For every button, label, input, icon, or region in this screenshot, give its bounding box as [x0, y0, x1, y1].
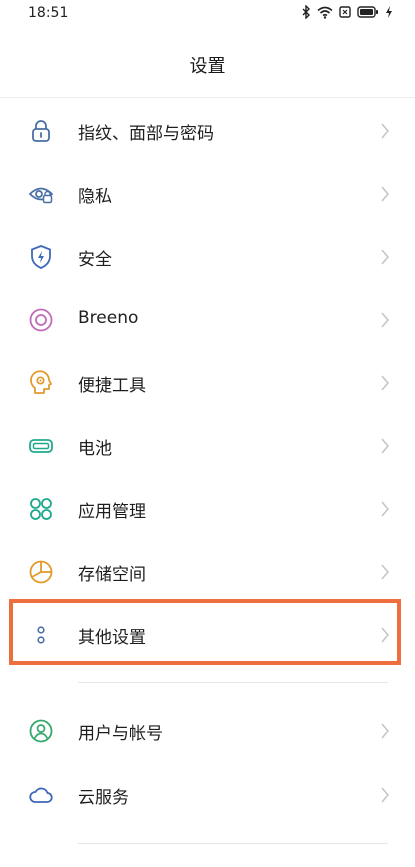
settings-item-security[interactable]: 安全: [0, 226, 415, 289]
chevron-right-icon: [380, 122, 390, 140]
sim-icon: [339, 6, 351, 18]
chevron-right-icon: [380, 786, 390, 804]
chevron-right-icon: [380, 626, 390, 644]
chevron-right-icon: [380, 185, 390, 203]
settings-item-label: 安全: [78, 250, 112, 270]
settings-item-label: Breeno: [78, 308, 139, 328]
settings-item-other-settings[interactable]: 其他设置: [0, 604, 415, 667]
page-title: 设置: [189, 56, 226, 77]
settings-item-label: 存储空间: [78, 565, 146, 585]
status-time: 18:51: [28, 5, 69, 21]
settings-item-app-management[interactable]: 应用管理: [0, 478, 415, 541]
more-dots-icon: [28, 622, 54, 648]
settings-item-label: 其他设置: [78, 628, 146, 648]
cloud-icon: [28, 782, 54, 808]
settings-item-fingerprint-face-password[interactable]: 指纹、面部与密码: [0, 100, 415, 163]
bottom-divider: [78, 843, 388, 844]
settings-item-privacy[interactable]: 隐私: [0, 163, 415, 226]
charging-icon: [385, 6, 393, 18]
battery-icon: [357, 6, 379, 18]
settings-item-cloud-service[interactable]: 云服务: [0, 764, 415, 827]
settings-item-label: 云服务: [78, 788, 129, 808]
settings-item-label: 应用管理: [78, 502, 146, 522]
chevron-right-icon: [380, 563, 390, 581]
storage-icon: [28, 559, 54, 585]
apps-icon: [28, 496, 54, 522]
settings-item-battery[interactable]: 电池: [0, 415, 415, 478]
chevron-right-icon: [380, 500, 390, 518]
status-bar: 18:51: [0, 0, 415, 32]
settings-item-users-accounts[interactable]: 用户与帐号: [0, 700, 415, 763]
settings-item-label: 用户与帐号: [78, 724, 163, 744]
settings-item-label: 电池: [78, 439, 112, 459]
header-divider: [0, 97, 415, 98]
chevron-right-icon: [380, 311, 390, 329]
section-divider: [78, 682, 388, 683]
settings-item-label: 隐私: [78, 187, 112, 207]
settings-item-label: 便捷工具: [78, 376, 146, 396]
lock-icon: [28, 118, 54, 144]
chevron-right-icon: [380, 437, 390, 455]
settings-item-storage[interactable]: 存储空间: [0, 541, 415, 604]
settings-item-convenience-tools[interactable]: 便捷工具: [0, 352, 415, 415]
settings-item-label: 指纹、面部与密码: [78, 124, 214, 144]
breeno-icon: [28, 307, 54, 333]
user-icon: [28, 718, 54, 744]
chevron-right-icon: [380, 722, 390, 740]
battery-icon: [28, 433, 54, 459]
chevron-right-icon: [380, 374, 390, 392]
privacy-eye-icon: [28, 181, 54, 207]
status-icons: [301, 5, 393, 19]
shield-icon: [28, 244, 54, 270]
chevron-right-icon: [380, 248, 390, 266]
wifi-icon: [317, 6, 333, 19]
tools-icon: [28, 370, 54, 396]
bluetooth-icon: [301, 5, 311, 19]
settings-item-breeno[interactable]: Breeno: [0, 289, 415, 352]
